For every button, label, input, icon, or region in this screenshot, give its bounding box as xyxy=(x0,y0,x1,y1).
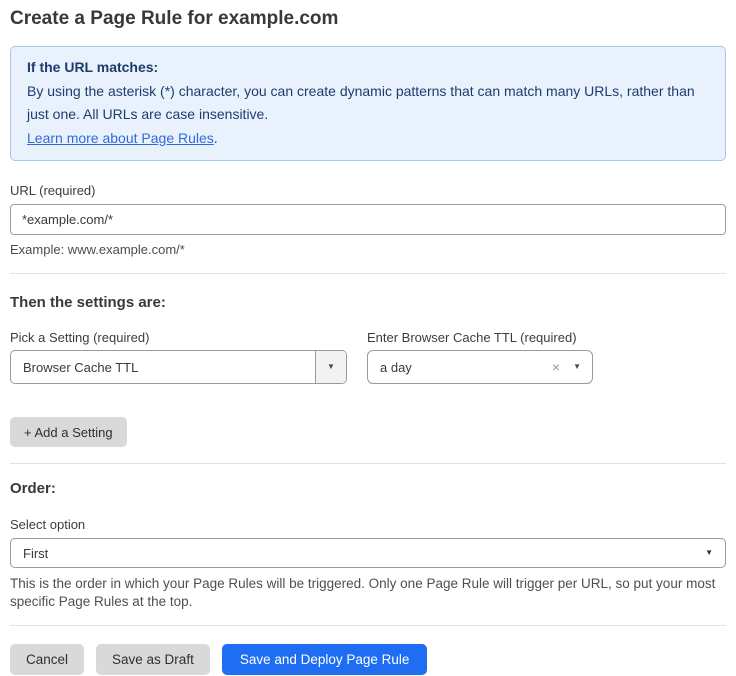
setting-picker-label: Pick a Setting (required) xyxy=(10,330,347,345)
url-input[interactable] xyxy=(10,204,726,235)
order-select-value: First xyxy=(23,546,705,561)
info-box-body-text: By using the asterisk (*) character, you… xyxy=(27,83,695,123)
chevron-down-icon: ▼ xyxy=(573,363,581,371)
info-box-body: By using the asterisk (*) character, you… xyxy=(27,80,709,151)
chevron-down-icon: ▼ xyxy=(327,363,335,371)
clear-icon[interactable]: × xyxy=(552,359,560,375)
order-select-label: Select option xyxy=(10,517,726,532)
url-matches-info-box: If the URL matches: By using the asteris… xyxy=(10,46,726,161)
setting-picker-column: Pick a Setting (required) Browser Cache … xyxy=(10,330,347,384)
ttl-picker-select[interactable]: a day × ▼ xyxy=(367,350,593,384)
page-title: Create a Page Rule for example.com xyxy=(10,8,726,30)
settings-section-heading: Then the settings are: xyxy=(10,294,726,311)
order-select[interactable]: First ▼ xyxy=(10,538,726,568)
learn-more-link[interactable]: Learn more about Page Rules xyxy=(27,130,214,146)
order-section-heading: Order: xyxy=(10,480,726,497)
cancel-button[interactable]: Cancel xyxy=(10,644,84,675)
save-and-deploy-button[interactable]: Save and Deploy Page Rule xyxy=(222,644,428,675)
url-field-help: Example: www.example.com/* xyxy=(10,242,726,257)
chevron-down-icon: ▼ xyxy=(705,549,713,557)
ttl-picker-value: a day xyxy=(380,360,552,375)
setting-picker-value: Browser Cache TTL xyxy=(11,360,315,375)
create-page-rule-form: Create a Page Rule for example.com If th… xyxy=(0,0,736,675)
settings-row: Pick a Setting (required) Browser Cache … xyxy=(10,330,726,384)
footer-buttons: Cancel Save as Draft Save and Deploy Pag… xyxy=(10,644,726,675)
url-field-label: URL (required) xyxy=(10,183,726,198)
setting-picker-arrow-cell[interactable]: ▼ xyxy=(315,351,346,383)
divider xyxy=(10,273,726,274)
divider xyxy=(10,463,726,464)
add-setting-button[interactable]: + Add a Setting xyxy=(10,417,127,447)
order-help-text: This is the order in which your Page Rul… xyxy=(10,575,726,611)
ttl-picker-label: Enter Browser Cache TTL (required) xyxy=(367,330,593,345)
setting-picker-select[interactable]: Browser Cache TTL ▼ xyxy=(10,350,347,384)
save-as-draft-button[interactable]: Save as Draft xyxy=(96,644,210,675)
ttl-picker-column: Enter Browser Cache TTL (required) a day… xyxy=(367,330,593,384)
info-link-period: . xyxy=(214,130,218,146)
info-box-heading: If the URL matches: xyxy=(27,56,709,80)
divider xyxy=(10,625,726,626)
